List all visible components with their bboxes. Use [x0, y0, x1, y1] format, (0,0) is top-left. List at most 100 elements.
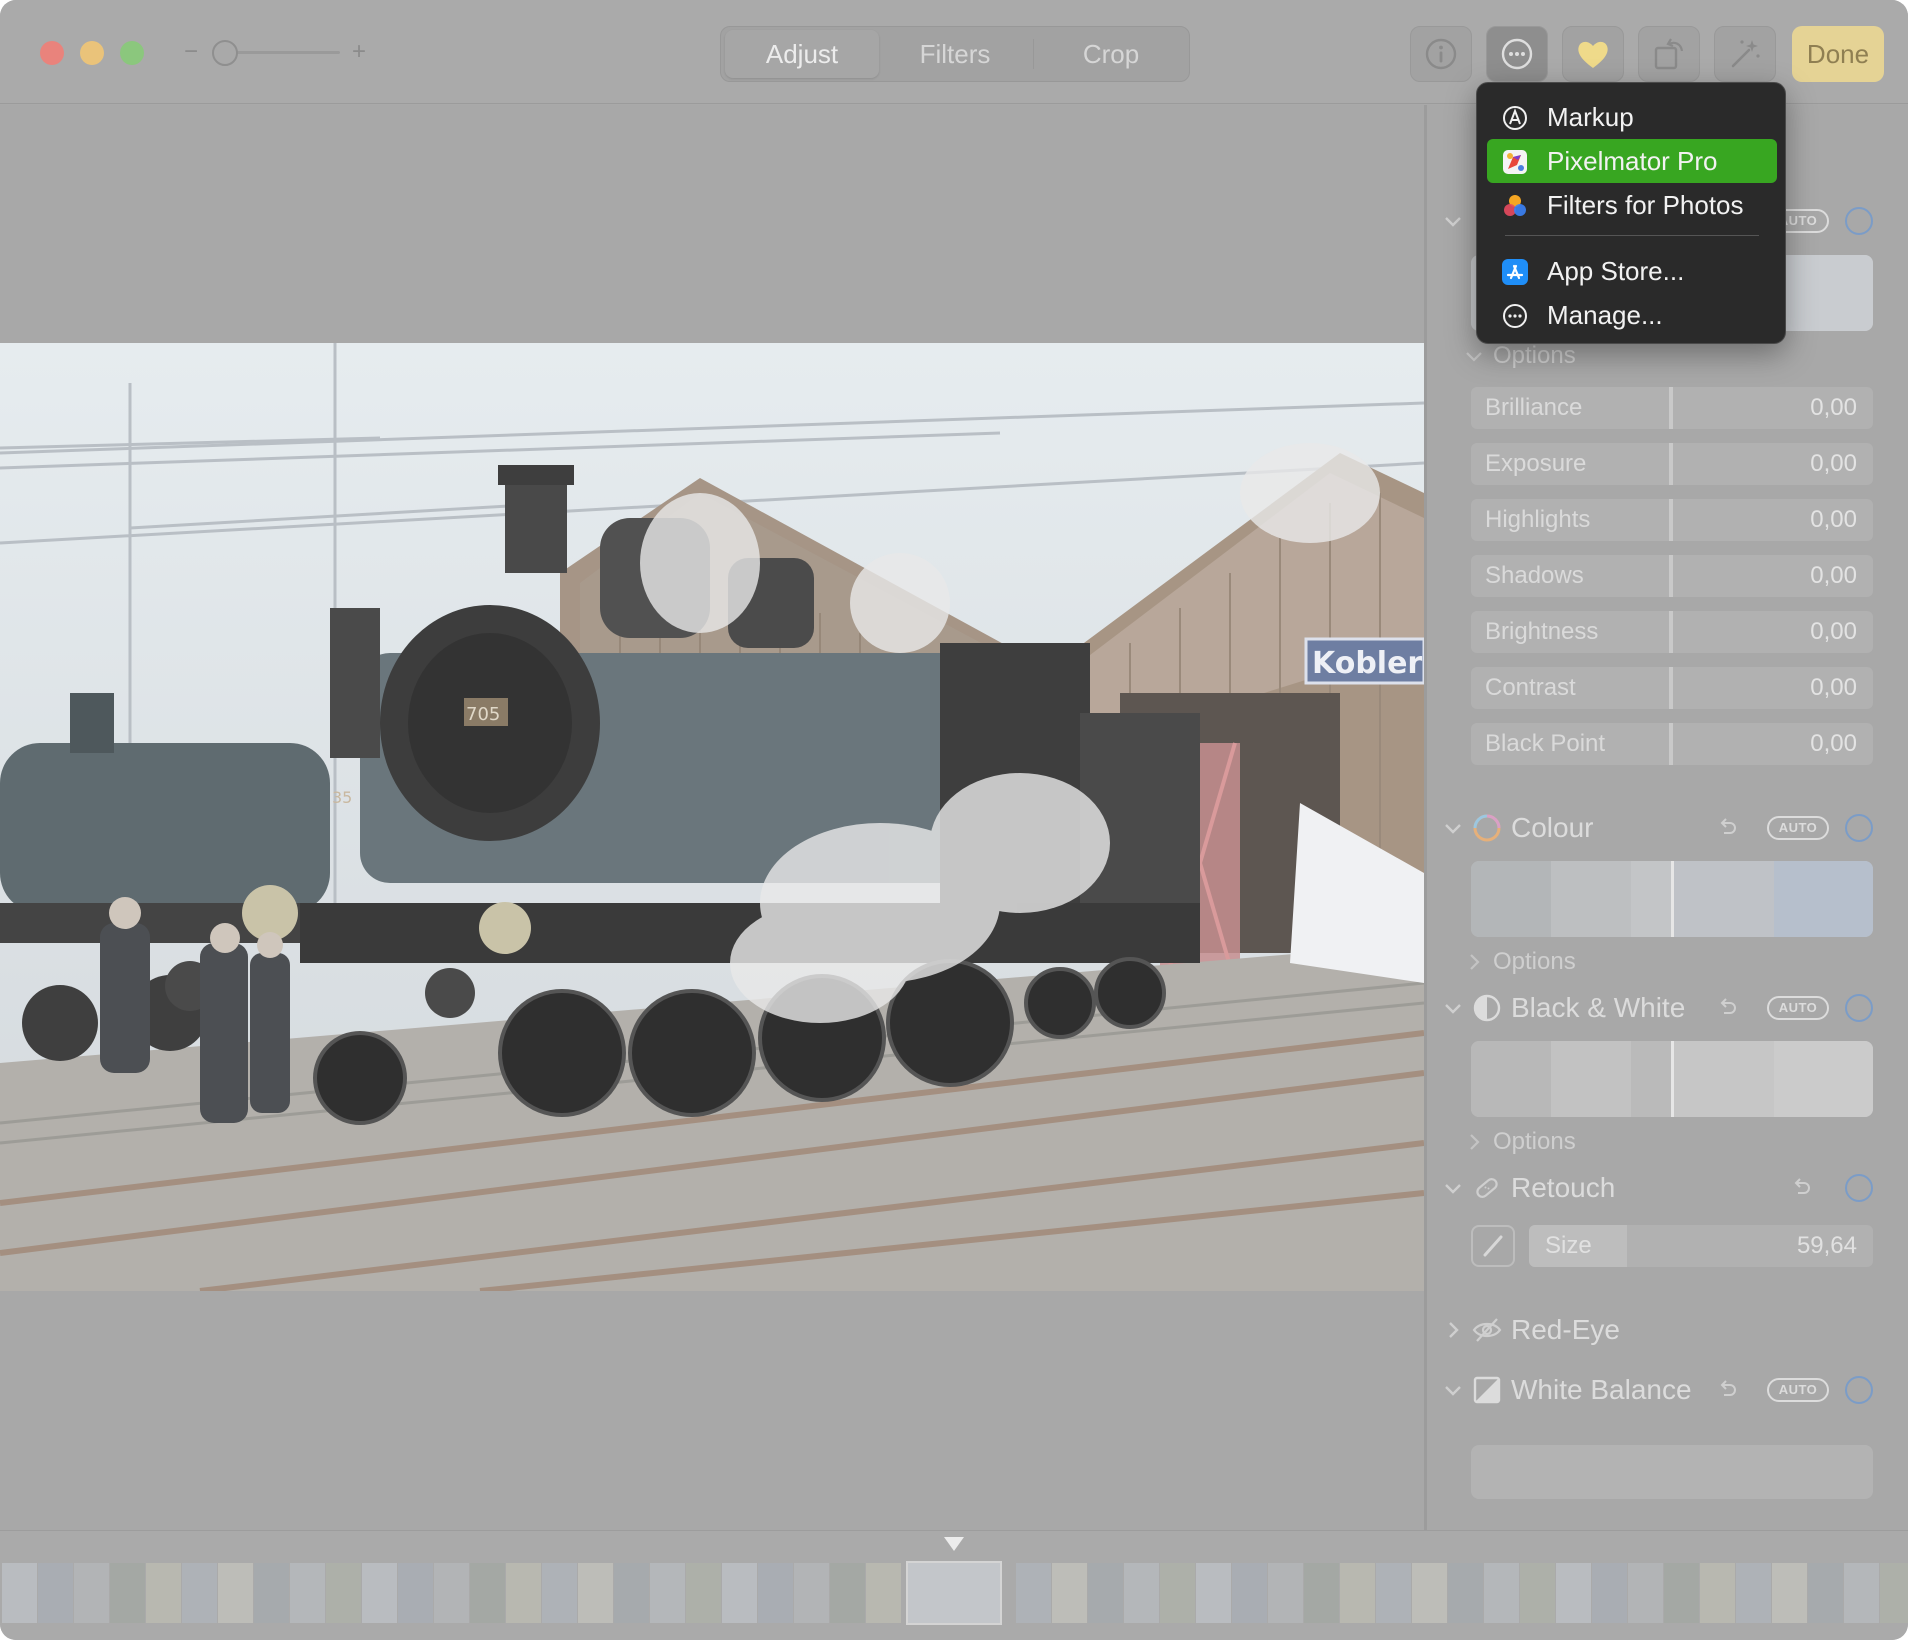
highlights-slider[interactable]: Highlights 0,00	[1471, 499, 1873, 541]
section-black-white-header[interactable]: Black & White AUTO	[1427, 986, 1908, 1030]
filmstrip-thumbnail[interactable]	[722, 1563, 757, 1623]
filmstrip[interactable]	[0, 1530, 1908, 1640]
filmstrip-thumbnail[interactable]	[1592, 1563, 1627, 1623]
filmstrip-thumbnail[interactable]	[686, 1563, 721, 1623]
filmstrip-thumbnail[interactable]	[1340, 1563, 1375, 1623]
filmstrip-thumbnail[interactable]	[1628, 1563, 1663, 1623]
filmstrip-thumbnail[interactable]	[542, 1563, 577, 1623]
zoom-in-icon[interactable]: +	[352, 38, 366, 66]
reset-adjustments-button[interactable]	[1471, 1445, 1873, 1499]
tab-filters[interactable]: Filters	[878, 30, 1032, 78]
filmstrip-thumbnail[interactable]	[38, 1563, 73, 1623]
filmstrip-thumbnail[interactable]	[74, 1563, 109, 1623]
reset-icon[interactable]	[1789, 1176, 1813, 1200]
done-button[interactable]: Done	[1792, 26, 1884, 82]
chevron-down-icon[interactable]	[1441, 816, 1465, 840]
filmstrip-thumbnail[interactable]	[1520, 1563, 1555, 1623]
filmstrip-thumbnail[interactable]	[1232, 1563, 1267, 1623]
tab-adjust[interactable]: Adjust	[725, 30, 879, 78]
filmstrip-thumbnail[interactable]	[254, 1563, 289, 1623]
chevron-down-icon[interactable]	[1441, 209, 1465, 233]
filmstrip-thumbnail[interactable]	[146, 1563, 181, 1623]
filmstrip-thumbnail[interactable]	[1016, 1563, 1051, 1623]
zoom-slider[interactable]: − +	[180, 34, 370, 70]
colour-preview-strip[interactable]	[1471, 861, 1873, 937]
menu-item-manage[interactable]: Manage...	[1487, 293, 1777, 337]
black-point-slider[interactable]: Black Point 0,00	[1471, 723, 1873, 765]
shadows-slider[interactable]: Shadows 0,00	[1471, 555, 1873, 597]
more-button[interactable]	[1486, 26, 1548, 82]
edited-photo[interactable]: Kobler 705 35	[0, 343, 1424, 1291]
filmstrip-thumbnail[interactable]	[290, 1563, 325, 1623]
retouch-enable-toggle[interactable]	[1845, 1174, 1873, 1202]
zoom-knob[interactable]	[212, 40, 238, 66]
favorite-button[interactable]	[1562, 26, 1624, 82]
filmstrip-thumbnail[interactable]	[1412, 1563, 1447, 1623]
filmstrip-thumbnail[interactable]	[1304, 1563, 1339, 1623]
filmstrip-thumbnail[interactable]	[1088, 1563, 1123, 1623]
photo-canvas[interactable]: Kobler 705 35	[0, 105, 1424, 1530]
light-enable-toggle[interactable]	[1845, 207, 1873, 235]
filmstrip-thumbnail[interactable]	[1664, 1563, 1699, 1623]
tab-crop[interactable]: Crop	[1034, 30, 1188, 78]
filmstrip-thumbnail[interactable]	[1160, 1563, 1195, 1623]
filmstrip-thumbnail[interactable]	[1124, 1563, 1159, 1623]
filmstrip-thumbnail[interactable]	[1700, 1563, 1735, 1623]
chevron-down-icon[interactable]	[1441, 1378, 1465, 1402]
filmstrip-thumbnail[interactable]	[650, 1563, 685, 1623]
chevron-down-icon[interactable]	[1441, 1176, 1465, 1200]
filmstrip-thumbnail[interactable]	[326, 1563, 361, 1623]
chevron-down-icon[interactable]	[1441, 996, 1465, 1020]
rotate-button[interactable]	[1638, 26, 1700, 82]
filmstrip-thumbnail[interactable]	[398, 1563, 433, 1623]
contrast-slider[interactable]: Contrast 0,00	[1471, 667, 1873, 709]
filmstrip-current-thumbnail[interactable]	[906, 1561, 1002, 1625]
reset-icon[interactable]	[1715, 996, 1739, 1020]
filmstrip-thumbnail[interactable]	[1268, 1563, 1303, 1623]
section-red-eye-header[interactable]: Red-Eye	[1427, 1308, 1908, 1352]
colour-auto-button[interactable]: AUTO	[1767, 816, 1829, 840]
filmstrip-thumbnail[interactable]	[830, 1563, 865, 1623]
reset-icon[interactable]	[1715, 1378, 1739, 1402]
filmstrip-thumbnail[interactable]	[434, 1563, 469, 1623]
chevron-right-icon[interactable]	[1441, 1318, 1465, 1342]
brilliance-slider[interactable]: Brilliance 0,00	[1471, 387, 1873, 429]
filmstrip-thumbnail[interactable]	[506, 1563, 541, 1623]
white-balance-enable-toggle[interactable]	[1845, 1376, 1873, 1404]
filmstrip-thumbnail[interactable]	[1808, 1563, 1843, 1623]
auto-enhance-button[interactable]	[1714, 26, 1776, 82]
menu-item-markup[interactable]: Markup	[1487, 95, 1777, 139]
black-white-preview-strip[interactable]	[1471, 1041, 1873, 1117]
filmstrip-thumbnail[interactable]	[614, 1563, 649, 1623]
section-retouch-header[interactable]: Retouch	[1427, 1166, 1908, 1210]
menu-item-filters-for-photos[interactable]: Filters for Photos	[1487, 183, 1777, 227]
retouch-brush-button[interactable]	[1471, 1225, 1515, 1267]
filmstrip-thumbnail[interactable]	[758, 1563, 793, 1623]
exposure-slider[interactable]: Exposure 0,00	[1471, 443, 1873, 485]
filmstrip-thumbnail[interactable]	[794, 1563, 829, 1623]
filmstrip-thumbnail[interactable]	[1556, 1563, 1591, 1623]
zoom-out-icon[interactable]: −	[184, 38, 198, 66]
filmstrip-thumbnail[interactable]	[866, 1563, 901, 1623]
filmstrip-thumbnail[interactable]	[1736, 1563, 1771, 1623]
maximize-window-button[interactable]	[120, 41, 144, 65]
colour-enable-toggle[interactable]	[1845, 814, 1873, 842]
filmstrip-thumbnail[interactable]	[2, 1563, 37, 1623]
filmstrip-thumbnail[interactable]	[1052, 1563, 1087, 1623]
close-window-button[interactable]	[40, 41, 64, 65]
menu-item-app-store[interactable]: App Store...	[1487, 249, 1777, 293]
menu-item-pixelmator-pro[interactable]: Pixelmator Pro	[1487, 139, 1777, 183]
filmstrip-thumbnail[interactable]	[1196, 1563, 1231, 1623]
info-button[interactable]	[1410, 26, 1472, 82]
minimize-window-button[interactable]	[80, 41, 104, 65]
section-colour-header[interactable]: Colour AUTO	[1427, 806, 1908, 850]
filmstrip-thumbnail[interactable]	[1772, 1563, 1807, 1623]
black-white-enable-toggle[interactable]	[1845, 994, 1873, 1022]
extensions-menu[interactable]: Markup Pixelmator Pro Filters for Photos	[1476, 82, 1786, 344]
retouch-size-slider[interactable]: Size 59,64	[1529, 1225, 1873, 1267]
filmstrip-thumbnail[interactable]	[182, 1563, 217, 1623]
white-balance-auto-button[interactable]: AUTO	[1767, 1378, 1829, 1402]
filmstrip-thumbnail[interactable]	[1484, 1563, 1519, 1623]
filmstrip-thumbnail[interactable]	[1880, 1563, 1908, 1623]
filmstrip-thumbnail[interactable]	[1376, 1563, 1411, 1623]
